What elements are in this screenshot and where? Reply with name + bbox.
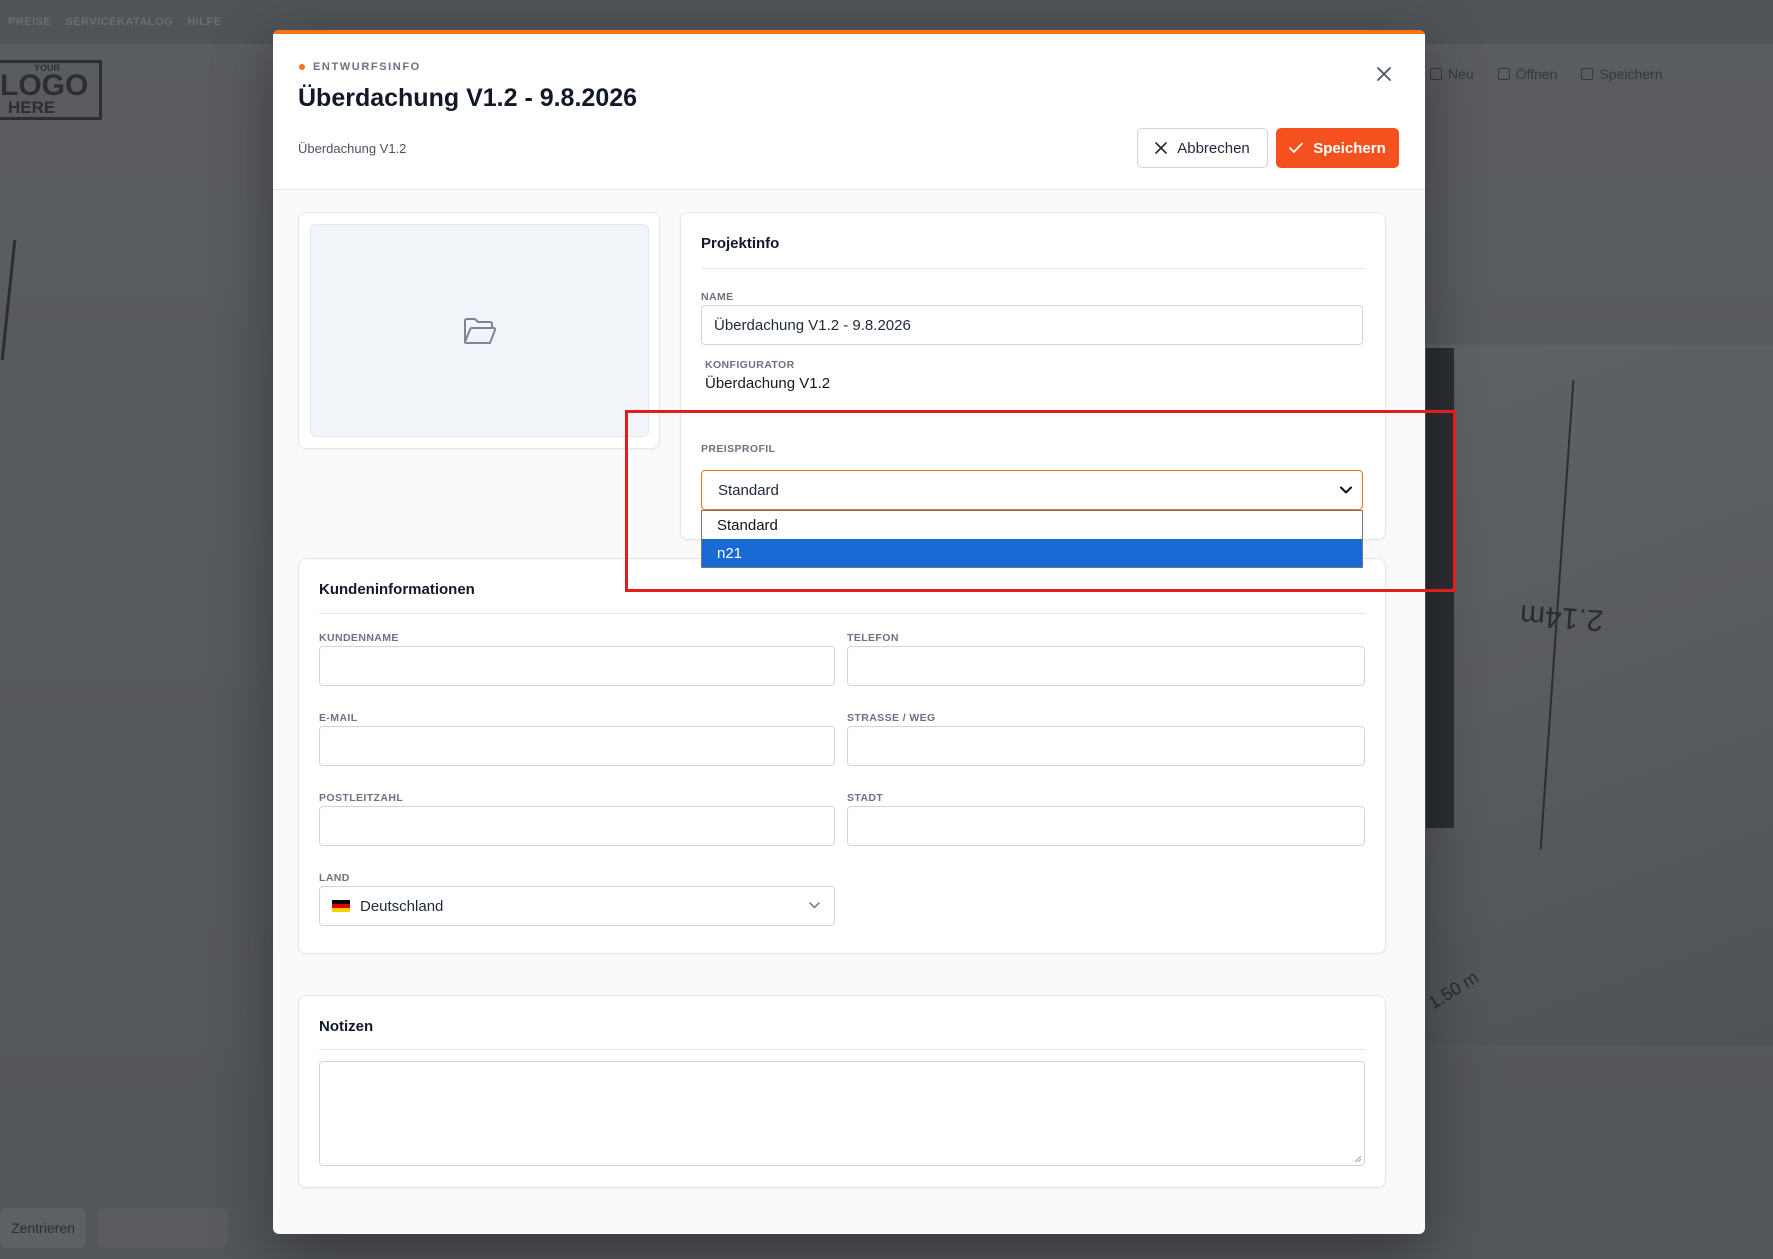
image-upload-area[interactable] [310,224,649,437]
city-input[interactable] [847,806,1365,846]
modal-title: Überdachung V1.2 - 9.8.2026 [298,84,638,112]
notes-card: Notizen [298,995,1386,1188]
chevron-down-icon [809,902,820,909]
divider [319,613,1365,614]
modal-eyebrow: ENTWURFSINFO [299,61,421,73]
notes-title: Notizen [319,1018,374,1035]
close-button[interactable] [1369,59,1399,89]
price-profile-dropdown: Standard n21 [701,510,1363,568]
resize-handle-icon[interactable] [1353,1154,1362,1163]
phone-input[interactable] [847,646,1365,686]
price-profile-label: PREISPROFIL [701,443,776,455]
modal-subtitle: Überdachung V1.2 [298,141,407,156]
country-label: LAND [319,872,350,884]
check-icon [1289,142,1304,153]
street-input[interactable] [847,726,1365,766]
customer-name-label: KUNDENNAME [319,632,399,644]
street-label: STRASSE / WEG [847,712,936,724]
zip-label: POSTLEITZAHL [319,792,404,804]
price-profile-option-n21[interactable]: n21 [702,539,1362,567]
city-label: STADT [847,792,884,804]
price-profile-select[interactable]: Standard [701,470,1363,510]
folder-open-icon [463,317,496,344]
status-dot-icon [299,64,305,70]
phone-label: TELEFON [847,632,899,644]
project-info-title: Projektinfo [701,235,780,252]
project-info-card: Projektinfo NAME Überdachung V1.2 - 9.8.… [680,212,1386,568]
customer-info-card: Kundeninformationen KUNDENNAME TELEFON E… [298,558,1386,954]
price-profile-option-standard[interactable]: Standard [702,511,1362,539]
chevron-down-icon [1340,486,1352,494]
country-select[interactable]: Deutschland [319,886,835,926]
zip-input[interactable] [319,806,835,846]
cancel-button[interactable]: Abbrechen [1137,128,1268,168]
customer-info-title: Kundeninformationen [319,581,475,598]
close-icon [1155,142,1168,154]
divider [319,1049,1365,1050]
modal-header: ENTWURFSINFO Überdachung V1.2 - 9.8.2026… [273,34,1425,190]
customer-name-input[interactable] [319,646,835,686]
project-image-card [298,212,660,449]
close-icon [1377,67,1391,81]
email-input[interactable] [319,726,835,766]
draft-info-modal: ENTWURFSINFO Überdachung V1.2 - 9.8.2026… [273,30,1425,1234]
configurator-value: Überdachung V1.2 [705,375,831,392]
name-label: NAME [701,291,734,303]
email-label: E-MAIL [319,712,358,724]
save-button[interactable]: Speichern [1276,128,1399,168]
germany-flag-icon [332,900,350,912]
divider [701,268,1365,269]
project-name-input[interactable]: Überdachung V1.2 - 9.8.2026 [701,305,1363,345]
configurator-label: KONFIGURATOR [705,359,795,371]
notes-textarea[interactable] [319,1061,1365,1166]
